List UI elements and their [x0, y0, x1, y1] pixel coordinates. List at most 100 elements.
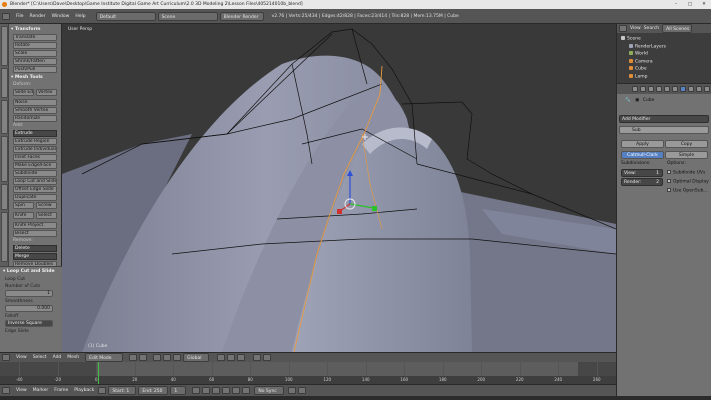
tool-button[interactable]: Slide Ed — [13, 89, 34, 96]
layout-selector[interactable]: Default — [95, 11, 156, 21]
maximize-button[interactable]: □ — [683, 0, 697, 9]
number-of-cuts-field[interactable]: 1 — [5, 290, 53, 297]
tool-button[interactable]: Spin — [13, 202, 34, 209]
outliner-item[interactable]: RenderLayers — [629, 43, 666, 50]
rotate-icon[interactable] — [173, 354, 182, 361]
panel-header[interactable]: ▾ Transform — [11, 26, 61, 33]
render-levels-field[interactable]: Render: 2 — [621, 178, 663, 186]
tool-button[interactable]: Screw — [36, 202, 57, 209]
timeline[interactable]: -40 -20 0 20 40 60 80 100 120 140 160 180 200 220 240 2… — [0, 362, 616, 384]
pivot-point-icon[interactable] — [139, 354, 148, 361]
render-layers-tab-icon[interactable] — [640, 86, 646, 92]
render-tab-icon[interactable] — [632, 86, 638, 92]
optimal-display-checkbox[interactable]: Optimal Display — [667, 179, 709, 185]
end-frame-field[interactable]: End: 250 — [138, 386, 169, 395]
tool-button[interactable]: Noise — [13, 99, 57, 106]
prev-keyframe-icon[interactable] — [202, 387, 211, 394]
edge-select-icon[interactable] — [227, 354, 236, 361]
menu-view[interactable]: View — [16, 388, 27, 393]
menu-view[interactable]: View — [630, 26, 641, 31]
tool-button[interactable]: Knife Project — [13, 222, 57, 229]
tool-menu-dropdown[interactable]: Extrude — [13, 130, 57, 137]
copy-button[interactable]: Copy — [665, 140, 708, 148]
panel-header[interactable]: ▾ Mesh Tools — [11, 74, 61, 81]
proportional-edit-icon[interactable] — [253, 354, 262, 361]
tool-button[interactable]: Shrink/Fatten — [13, 58, 57, 65]
tab-tools[interactable] — [1, 26, 8, 66]
scene-selector[interactable]: Scene — [157, 11, 218, 21]
play-icon[interactable] — [222, 387, 231, 394]
jump-end-icon[interactable] — [242, 387, 251, 394]
3d-viewport[interactable]: User Persp (1) Cube — [62, 24, 616, 352]
outliner-item[interactable]: World — [629, 51, 648, 57]
mode-selector[interactable]: Edit Mode — [85, 353, 124, 362]
tool-button[interactable]: Inset Faces — [13, 154, 57, 161]
current-frame-field[interactable]: 1 — [170, 386, 187, 395]
keying-set-icon[interactable] — [298, 387, 307, 394]
menu-marker[interactable]: Marker — [33, 388, 49, 393]
modifier-panel-header[interactable]: Sub — [619, 126, 709, 134]
tool-button[interactable]: Select — [36, 212, 57, 219]
outliner-item[interactable]: Cube — [629, 66, 647, 72]
outliner-item[interactable]: Camera — [629, 58, 653, 65]
record-icon[interactable] — [288, 387, 297, 394]
add-modifier-dropdown[interactable]: Add Modifier — [619, 115, 709, 123]
tool-button[interactable]: Duplicate — [13, 194, 57, 201]
falloff-dropdown[interactable]: Inverse Square — [5, 320, 53, 327]
render-engine-selector[interactable]: Blender Render — [219, 11, 264, 21]
menu-render[interactable]: Render — [30, 14, 46, 19]
tool-button[interactable]: Push/Pull — [13, 66, 57, 73]
tool-button[interactable]: Extrude Region — [13, 138, 57, 145]
outliner-item[interactable]: Lamp — [629, 73, 648, 80]
editor-type-icon[interactable] — [2, 354, 10, 361]
menu-view[interactable]: View — [16, 355, 27, 360]
next-keyframe-icon[interactable] — [232, 387, 241, 394]
simple-toggle[interactable]: Simple — [665, 151, 708, 159]
range-toggle-icon[interactable] — [98, 387, 107, 394]
editor-type-icon[interactable] — [2, 12, 10, 20]
scene-tab-icon[interactable] — [648, 86, 654, 92]
editor-type-icon[interactable] — [619, 25, 627, 32]
tool-button[interactable]: Extrude Individual — [13, 146, 57, 153]
minimize-button[interactable]: – — [669, 0, 683, 9]
tool-button[interactable]: Subdivide — [13, 170, 57, 177]
tool-button[interactable]: Knife — [13, 212, 34, 219]
close-button[interactable]: ✕ — [697, 0, 711, 9]
tab-relations[interactable] — [1, 100, 8, 134]
outliner-filter-dropdown[interactable]: All Scenes — [662, 24, 693, 33]
menu-playback[interactable]: Playback — [74, 388, 94, 393]
object-tab-icon[interactable] — [664, 86, 670, 92]
tool-button[interactable]: Scale — [13, 50, 57, 57]
tab-shading-uvs[interactable] — [1, 136, 8, 182]
menu-mesh[interactable]: Mesh — [67, 355, 79, 360]
menu-frame[interactable]: Frame — [54, 388, 68, 393]
vertex-select-icon[interactable] — [217, 354, 226, 361]
tool-button[interactable]: Loop Cut and Slide — [13, 178, 57, 185]
manipulator-icon[interactable] — [153, 354, 162, 361]
menu-add[interactable]: Add — [53, 355, 62, 360]
menu-window[interactable]: Window — [52, 14, 70, 19]
tool-button[interactable]: Bisect — [13, 230, 57, 237]
data-tab-icon[interactable] — [688, 86, 694, 92]
tool-button[interactable]: Vertex — [36, 89, 57, 96]
translate-icon[interactable] — [163, 354, 172, 361]
tab-grease-pencil[interactable] — [1, 212, 8, 262]
shading-mode-icon[interactable] — [129, 354, 138, 361]
jump-start-icon[interactable] — [192, 387, 201, 394]
operator-panel-header[interactable]: ▾ Loop Cut and Slide — [0, 268, 62, 275]
face-select-icon[interactable] — [237, 354, 246, 361]
tool-button[interactable]: Offset Edge Slide — [13, 186, 57, 193]
tool-button[interactable]: Smooth Vertex — [13, 107, 57, 114]
start-frame-field[interactable]: Start: 1 — [108, 386, 137, 395]
transform-orientation[interactable]: Global — [183, 353, 210, 362]
smoothness-field[interactable]: 0.000 — [5, 305, 53, 312]
tool-button[interactable]: Translate — [13, 34, 57, 41]
apply-button[interactable]: Apply — [621, 140, 664, 148]
tool-menu-dropdown[interactable]: Delete — [13, 245, 57, 252]
material-tab-icon[interactable] — [696, 86, 702, 92]
texture-tab-icon[interactable] — [704, 86, 710, 92]
play-reverse-icon[interactable] — [212, 387, 221, 394]
tool-menu-dropdown[interactable]: Merge — [13, 253, 57, 260]
tool-button[interactable]: Randomize — [13, 115, 57, 122]
use-opensubdiv-checkbox[interactable]: Use OpenSub... — [667, 188, 708, 194]
